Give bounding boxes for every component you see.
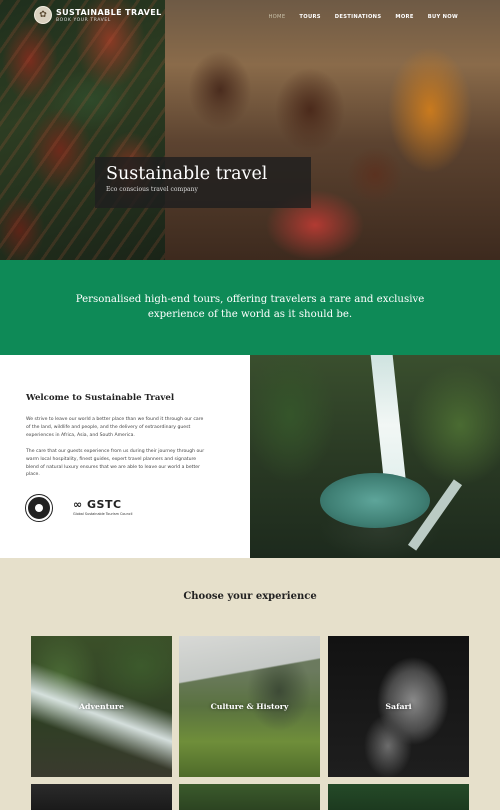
nav-home[interactable]: HOME bbox=[268, 14, 285, 20]
intro-text: Personalised high-end tours, offering tr… bbox=[75, 294, 425, 320]
nav-links: HOME TOURS DESTINATIONS MORE BUY NOW bbox=[268, 14, 458, 20]
hero-people-image bbox=[165, 0, 500, 260]
top-nav: ✿ SUSTAINABLE TRAVEL BOOK YOUR TRAVEL HO… bbox=[0, 0, 500, 32]
card-culture-history[interactable]: Culture & History bbox=[179, 636, 320, 777]
card-row2-1[interactable] bbox=[31, 784, 172, 810]
logo-icon[interactable]: ✿ bbox=[34, 6, 52, 24]
card-row2-3[interactable] bbox=[328, 784, 469, 810]
nav-tours[interactable]: TOURS bbox=[299, 14, 320, 20]
intro-band: Personalised high-end tours, offering tr… bbox=[0, 260, 500, 355]
hero-title: Sustainable travel bbox=[106, 164, 268, 184]
hero-section: ✿ SUSTAINABLE TRAVEL BOOK YOUR TRAVEL HO… bbox=[0, 0, 500, 260]
waterfall-image bbox=[250, 355, 500, 558]
hero-subtitle: Eco conscious travel company bbox=[106, 186, 198, 193]
nav-more[interactable]: MORE bbox=[395, 14, 413, 20]
gstc-caption: Global Sustainable Tourism Council bbox=[73, 512, 133, 516]
card-label: Adventure bbox=[79, 702, 124, 711]
logo-title[interactable]: SUSTAINABLE TRAVEL bbox=[56, 8, 162, 17]
card-label: Safari bbox=[385, 702, 412, 711]
rainforest-seal-icon bbox=[25, 494, 53, 522]
logo-tagline: BOOK YOUR TRAVEL bbox=[56, 18, 111, 23]
gstc-logo: ∞ GSTC Global Sustainable Tourism Counci… bbox=[73, 498, 132, 516]
welcome-paragraph-2: The care that our guests experience from… bbox=[26, 449, 205, 478]
welcome-section: Welcome to Sustainable Travel We strive … bbox=[0, 355, 250, 558]
nav-buy-now[interactable]: BUY NOW bbox=[428, 14, 458, 20]
nav-destinations[interactable]: DESTINATIONS bbox=[335, 14, 382, 20]
waterfall-pool bbox=[320, 473, 430, 528]
card-label: Culture & History bbox=[210, 702, 289, 711]
hero-plant-image bbox=[0, 0, 165, 260]
welcome-paragraph-1: We strive to leave our world a better pl… bbox=[26, 417, 204, 438]
card-safari[interactable]: Safari bbox=[328, 636, 469, 777]
hero-caption: Sustainable travel Eco conscious travel … bbox=[95, 157, 311, 208]
experiences-title: Choose your experience bbox=[183, 591, 317, 602]
gstc-mark: ∞ GSTC bbox=[73, 498, 122, 511]
card-row2-2[interactable] bbox=[179, 784, 320, 810]
card-adventure[interactable]: Adventure bbox=[31, 636, 172, 777]
welcome-title: Welcome to Sustainable Travel bbox=[26, 393, 175, 403]
